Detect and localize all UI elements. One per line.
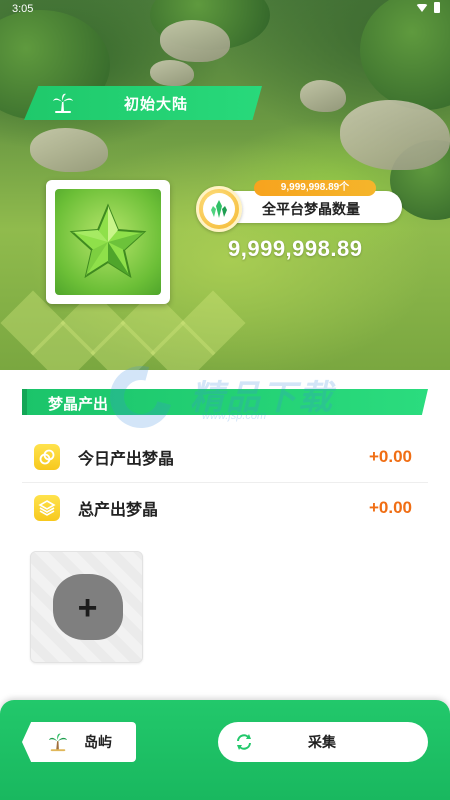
layers-icon: [34, 495, 60, 521]
region-banner[interactable]: 初始大陆: [24, 86, 262, 120]
output-value: +0.00: [368, 498, 412, 517]
crystal-coin-badge: [196, 186, 242, 232]
plus-icon: +: [77, 588, 98, 627]
status-time: 3:05: [12, 3, 34, 15]
coins-icon: [34, 444, 60, 470]
collect-button[interactable]: 采集: [218, 722, 428, 762]
section-title: 梦晶产出: [48, 396, 109, 413]
output-row-today: 今日产出梦晶 +0.00: [22, 432, 428, 482]
platform-total-label: 全平台梦晶数量: [262, 201, 360, 217]
wifi-icon: [416, 3, 428, 12]
output-value: +0.00: [368, 447, 412, 466]
status-icons: [416, 2, 440, 13]
refresh-icon: [234, 733, 254, 751]
rock-decoration: [150, 60, 194, 86]
hero-scene: 3:05 初始大陆 全平台梦晶数量 9,999,998.89个 9,999,99…: [0, 0, 450, 370]
output-label: 总产出梦晶: [78, 502, 159, 519]
collect-button-label: 采集: [308, 734, 336, 750]
bottom-bar: 岛屿 采集: [0, 700, 450, 800]
island-button[interactable]: 岛屿: [22, 722, 136, 762]
rock-decoration: [300, 80, 346, 112]
green-star-crystal-icon: [55, 189, 161, 295]
island-button-label: 岛屿: [84, 734, 112, 750]
platform-total-amount: 9,999,998.89: [228, 236, 363, 261]
battery-icon: [434, 2, 440, 13]
palm-tree-icon: [50, 92, 76, 114]
rock-decoration: [30, 128, 108, 172]
rock-decoration: [340, 100, 450, 170]
palm-tree-icon: [48, 732, 68, 752]
add-island-slot[interactable]: +: [30, 551, 143, 663]
crystal-cluster-icon: [203, 193, 235, 225]
rock-decoration: [160, 20, 230, 62]
section-accent: [22, 389, 27, 415]
region-name: 初始大陆: [124, 95, 189, 113]
crystal-card[interactable]: [46, 180, 170, 304]
status-bar: 3:05: [0, 0, 450, 18]
platform-total-tag: 9,999,998.89个: [254, 180, 376, 196]
output-row-total: 总产出梦晶 +0.00: [22, 483, 428, 533]
output-label: 今日产出梦晶: [78, 451, 175, 468]
section-header: 梦晶产出: [22, 389, 428, 415]
